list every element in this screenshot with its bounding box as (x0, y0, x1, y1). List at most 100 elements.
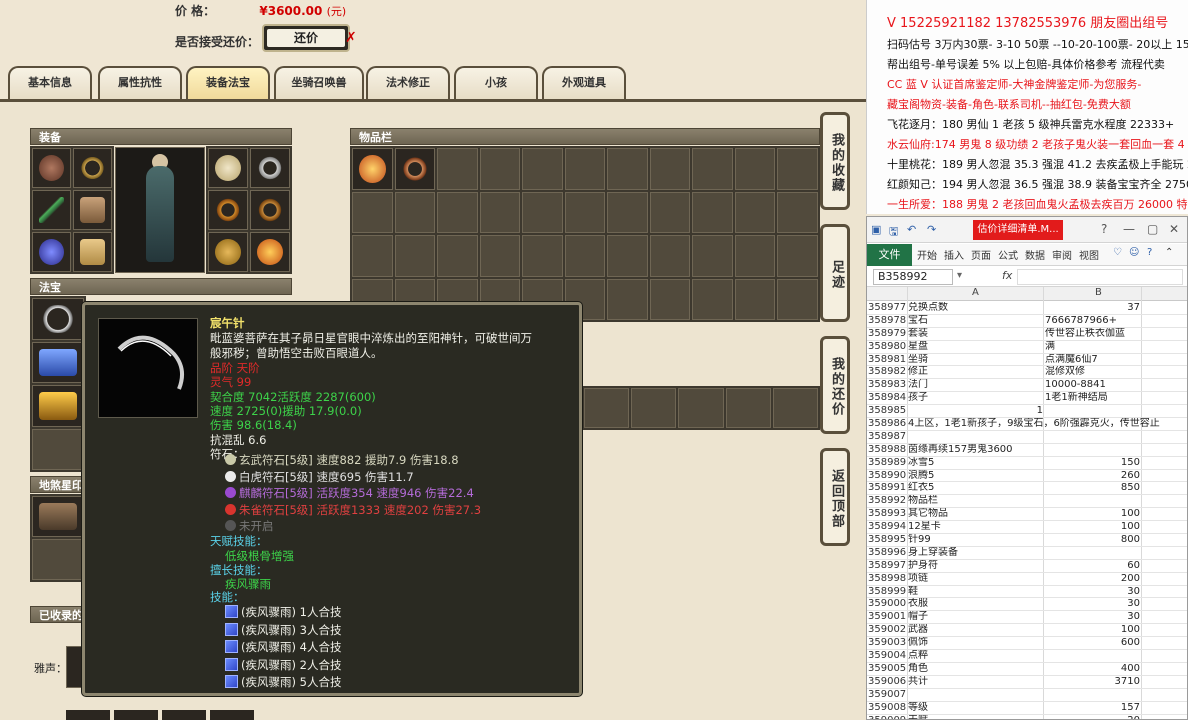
save-icon[interactable]: 🖫 (889, 223, 898, 242)
inventory-slot[interactable] (607, 148, 648, 190)
row-number[interactable]: 358990 (868, 470, 906, 483)
cell-a[interactable]: 12星卡 (908, 521, 1043, 534)
row-number[interactable]: 359001 (868, 611, 906, 624)
ribbon-review[interactable]: 审阅 (1052, 247, 1072, 262)
inventory-slot[interactable] (649, 191, 691, 233)
ribbon-home[interactable]: 开始 (917, 247, 937, 262)
cell-b[interactable]: 100 (1045, 521, 1140, 534)
row-number[interactable]: 359004 (868, 650, 906, 663)
inventory-slot[interactable] (479, 191, 521, 233)
equipment-slot-armor[interactable] (73, 190, 112, 230)
ribbon-formula[interactable]: 公式 (998, 247, 1018, 262)
inventory-slot[interactable] (352, 191, 393, 233)
tab-appearance[interactable]: 外观道具 (542, 66, 626, 100)
cell-a[interactable]: 天赋 (908, 715, 1043, 720)
minimize-icon[interactable]: — (1123, 222, 1135, 236)
inventory-slot[interactable] (607, 278, 648, 320)
equipment-slot-mask[interactable] (208, 148, 248, 188)
row-number[interactable]: 359000 (868, 598, 906, 611)
ribbon-file[interactable]: 文件 (867, 244, 912, 266)
row-number[interactable]: 358987 (868, 431, 906, 444)
cell-a[interactable]: 1 (908, 405, 1043, 418)
cell-a[interactable]: 套装 (908, 328, 1043, 341)
tab-attributes[interactable]: 属性抗性 (98, 66, 182, 100)
cell-b[interactable]: 3710 (1045, 676, 1140, 689)
equipment-slot-weapon[interactable] (32, 190, 71, 230)
cell-a[interactable]: 孩子 (908, 392, 1043, 405)
nav-my-favorites[interactable]: 我的收藏 (820, 112, 850, 210)
inventory-slot[interactable] (522, 191, 563, 233)
collected-slot[interactable] (114, 710, 158, 720)
cell-b[interactable]: 10000-8841 (1045, 379, 1135, 392)
row-number[interactable]: 359005 (868, 663, 906, 676)
name-box[interactable]: B358992 (873, 269, 953, 285)
equipment-slot-helmet[interactable] (32, 148, 71, 188)
equipment-slot-orb[interactable] (250, 232, 290, 272)
row-number[interactable]: 358982 (868, 366, 906, 379)
row-number[interactable]: 359006 (868, 676, 906, 689)
cell-a[interactable]: 兑换点数 (908, 302, 1043, 315)
sheet-row[interactable]: 359000 衣服 30 (867, 598, 1187, 612)
inventory-slot[interactable] (564, 148, 606, 190)
row-number[interactable]: 358979 (868, 328, 906, 341)
inventory-slot[interactable] (394, 191, 436, 233)
row-number[interactable]: 358992 (868, 495, 906, 508)
inventory-slot[interactable] (564, 235, 606, 277)
row-number[interactable]: 359002 (868, 624, 906, 637)
fabao-slot-needle[interactable] (32, 298, 84, 340)
inventory-slot[interactable] (725, 388, 771, 428)
row-number[interactable]: 358999 (868, 586, 906, 599)
sheet-row[interactable]: 358984 孩子 1老1新神结局 (867, 392, 1187, 406)
inventory-slot[interactable] (437, 148, 478, 190)
inventory-slot[interactable] (352, 148, 393, 190)
collected-slot[interactable] (66, 710, 110, 720)
close-icon[interactable]: ✗ (345, 30, 357, 46)
sheet-row[interactable]: 358978 宝石 7666787966+ (867, 315, 1187, 328)
redo-icon[interactable]: ↷ (927, 223, 936, 236)
sheet-row[interactable]: 358991 红衣5 850 (867, 482, 1187, 496)
collected-slot[interactable] (66, 646, 82, 688)
cell-a[interactable]: 宝石 (908, 315, 1043, 328)
equipment-slot-earring[interactable] (250, 190, 290, 230)
ribbon-collapse-icon[interactable]: ⌃ (1165, 247, 1173, 258)
fabao-slot-3[interactable] (32, 385, 84, 427)
collected-slot[interactable] (162, 710, 206, 720)
inventory-slot[interactable] (777, 148, 818, 190)
nav-footprint[interactable]: 足迹 (820, 224, 850, 322)
nav-back-to-top[interactable]: 返回顶部 (820, 448, 850, 546)
inventory-slot[interactable] (692, 278, 733, 320)
row-number[interactable]: 358981 (868, 354, 906, 367)
cell-b[interactable]: 7666787966+ (1045, 315, 1135, 328)
sheet-row[interactable]: 358981 坐骑 点满魔6仙7 (867, 354, 1187, 367)
ribbon-page[interactable]: 页面 (971, 247, 991, 262)
row-number[interactable]: 358984 (868, 392, 906, 405)
cell-a[interactable]: 武器 (908, 624, 1043, 637)
sheet-row[interactable]: 358983 法门 10000-8841 (867, 379, 1187, 393)
inventory-slot[interactable] (631, 388, 677, 428)
sheet-row[interactable]: 358992 物品栏 (867, 495, 1187, 509)
tab-children[interactable]: 小孩 (454, 66, 538, 100)
inventory-slot[interactable] (564, 191, 606, 233)
sheet-row[interactable]: 358989 冰雪5 150 (867, 457, 1187, 470)
sheet-row[interactable]: 358998 项链 200 (867, 573, 1187, 586)
sheet-row[interactable]: 359008 等级 157 (867, 702, 1187, 715)
row-number[interactable]: 358989 (868, 457, 906, 470)
inventory-slot[interactable] (734, 148, 776, 190)
equipment-slot-belt[interactable] (32, 232, 71, 272)
inventory-slot[interactable] (772, 388, 818, 428)
tab-mounts-pets[interactable]: 坐骑召唤兽 (274, 66, 364, 100)
inventory-slot[interactable] (649, 278, 691, 320)
cell-b[interactable]: 传世容止秩衣伽蓝 (1045, 328, 1135, 341)
inventory-slot[interactable] (479, 235, 521, 277)
namebox-dropdown-icon[interactable]: ▾ (957, 270, 962, 281)
cell-b[interactable]: 37 (1045, 302, 1140, 315)
maximize-icon[interactable]: ▢ (1147, 222, 1158, 236)
inventory-slot[interactable] (777, 235, 818, 277)
cell-b[interactable]: 100 (1045, 508, 1140, 521)
inventory-slot[interactable] (607, 191, 648, 233)
inventory-slot[interactable] (777, 191, 818, 233)
cell-a[interactable]: 佩饰 (908, 637, 1043, 650)
tab-spell-correction[interactable]: 法术修正 (366, 66, 450, 100)
cell-a[interactable]: 物品栏 (908, 495, 1043, 508)
sheet-row[interactable]: 358990 浪腾5 260 (867, 470, 1187, 483)
